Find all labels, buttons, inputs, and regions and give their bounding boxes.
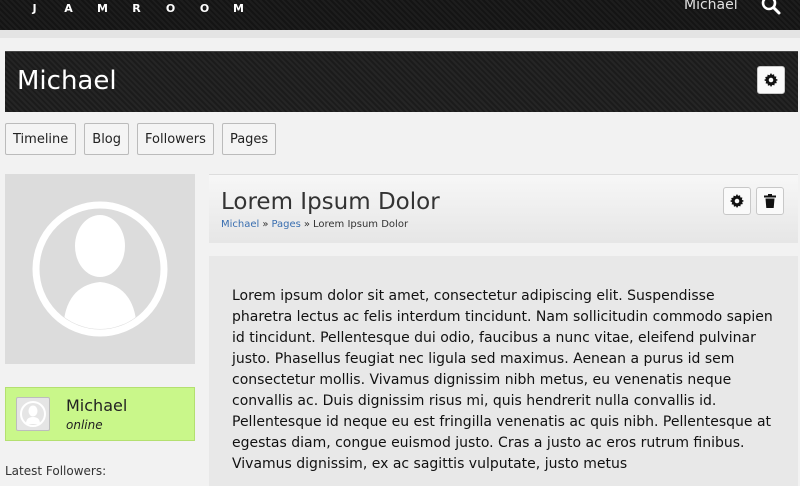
logo-letter: A bbox=[64, 2, 74, 15]
page-header: Lorem Ipsum Dolor Michael » Pages » Lore… bbox=[209, 174, 798, 243]
user-avatar-icon bbox=[20, 401, 46, 427]
tab-pages[interactable]: Pages bbox=[221, 123, 277, 155]
logo-letter: O bbox=[199, 2, 211, 15]
breadcrumb-link-pages[interactable]: Pages bbox=[271, 219, 300, 230]
tab-timeline[interactable]: Timeline bbox=[5, 123, 77, 155]
breadcrumb: Michael » Pages » Lorem Ipsum Dolor bbox=[221, 219, 408, 230]
page-content: Lorem ipsum dolor sit amet, consectetur … bbox=[209, 256, 798, 486]
page-body-text: Lorem ipsum dolor sit amet, consectetur … bbox=[232, 288, 773, 472]
gear-icon bbox=[730, 194, 744, 208]
online-status: online bbox=[66, 418, 103, 432]
profile-avatar[interactable] bbox=[5, 174, 195, 364]
logo-letter: M bbox=[97, 2, 109, 15]
profile-settings-button[interactable] bbox=[757, 66, 785, 94]
header-divider bbox=[0, 30, 800, 38]
online-user-name[interactable]: Michael bbox=[66, 396, 127, 415]
user-menu-link[interactable]: Michael bbox=[684, 0, 738, 13]
user-avatar-icon bbox=[32, 201, 168, 337]
profile-title: Michael bbox=[17, 66, 117, 96]
top-navigation-bar: J A M R O O M Michael bbox=[0, 0, 800, 30]
online-user-card[interactable]: Michael online bbox=[5, 387, 195, 441]
profile-tabs: Timeline Blog Followers Pages bbox=[5, 123, 277, 155]
logo-letter: M bbox=[233, 2, 245, 15]
tab-blog[interactable]: Blog bbox=[84, 123, 130, 155]
site-logo[interactable]: J A M R O O M bbox=[0, 2, 256, 15]
gear-icon bbox=[764, 73, 778, 87]
breadcrumb-link-user[interactable]: Michael bbox=[221, 219, 259, 230]
logo-letter: O bbox=[165, 2, 177, 15]
page-settings-button[interactable] bbox=[723, 187, 751, 215]
trash-icon bbox=[764, 194, 776, 208]
avatar bbox=[16, 397, 50, 431]
profile-header: Michael bbox=[5, 51, 798, 112]
breadcrumb-separator: » bbox=[303, 219, 310, 230]
tab-followers[interactable]: Followers bbox=[137, 123, 214, 155]
logo-letter: J bbox=[32, 2, 38, 15]
breadcrumb-current: Lorem Ipsum Dolor bbox=[312, 219, 409, 230]
search-icon[interactable] bbox=[760, 0, 782, 16]
breadcrumb-separator: » bbox=[262, 219, 269, 230]
page-delete-button[interactable] bbox=[756, 187, 784, 215]
logo-letter: R bbox=[132, 2, 142, 15]
page-title: Lorem Ipsum Dolor bbox=[221, 189, 440, 215]
